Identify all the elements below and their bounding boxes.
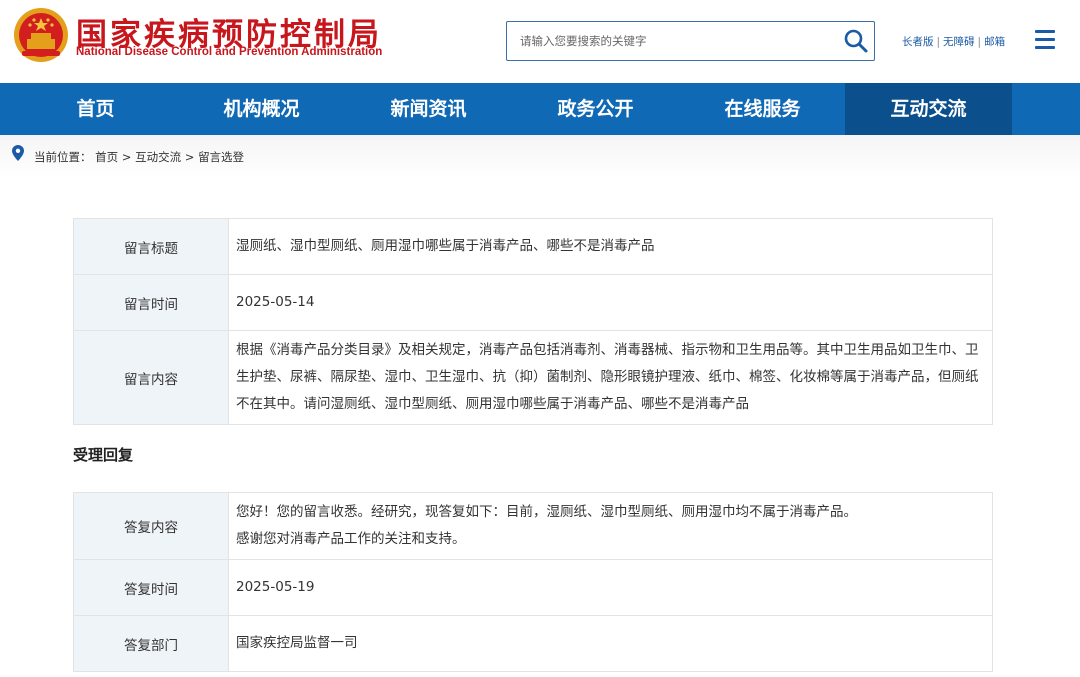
site-subtitle: National Disease Control and Prevention … <box>76 46 383 58</box>
table-row: 答复时间 2025-05-19 <box>73 559 993 616</box>
breadcrumb-prefix: 当前位置： <box>34 150 92 164</box>
message-content-value: 根据《消毒产品分类目录》及相关规定，消毒产品包括消毒剂、消毒器械、指示物和卫生用… <box>228 330 993 425</box>
national-emblem-icon[interactable] <box>12 6 70 64</box>
table-row: 留言时间 2025-05-14 <box>73 274 993 331</box>
table-row: 答复部门 国家疾控局监督一司 <box>73 615 993 672</box>
reply-content-line: 感谢您对消毒产品工作的关注和支持。 <box>236 531 466 547</box>
separator: | <box>977 36 982 48</box>
message-time-value: 2025-05-14 <box>228 274 993 331</box>
search-box <box>506 21 875 61</box>
reply-table: 答复内容 您好！您的留言收悉。经研究，现答复如下：目前，湿厕纸、湿巾型厕纸、厕用… <box>73 492 993 672</box>
menu-bar <box>1035 30 1055 33</box>
search-icon[interactable] <box>842 27 870 55</box>
breadcrumb-separator: > <box>118 150 136 164</box>
nav-item-interaction[interactable]: 互动交流 <box>845 83 1012 135</box>
location-pin-icon <box>12 145 24 161</box>
reply-content-line: 您好！您的留言收悉。经研究，现答复如下：目前，湿厕纸、湿巾型厕纸、厕用湿巾均不属… <box>236 504 857 520</box>
message-time-label: 留言时间 <box>73 274 229 331</box>
breadcrumb-bar: 当前位置： 首页 > 互动交流 > 留言选登 <box>0 135 1080 179</box>
message-content-label: 留言内容 <box>73 330 229 425</box>
reply-time-value: 2025-05-19 <box>228 559 993 616</box>
reply-section-title: 受理回复 <box>73 446 134 464</box>
elder-mode-link[interactable]: 长者版 <box>902 36 934 48</box>
breadcrumb: 当前位置： 首页 > 互动交流 > 留言选登 <box>34 149 244 165</box>
table-row: 答复内容 您好！您的留言收悉。经研究，现答复如下：目前，湿厕纸、湿巾型厕纸、厕用… <box>73 492 993 560</box>
nav-item-online-services[interactable]: 在线服务 <box>679 83 846 135</box>
message-table: 留言标题 湿厕纸、湿巾型厕纸、厕用湿巾哪些属于消毒产品、哪些不是消毒产品 留言时… <box>73 218 993 425</box>
main-nav: 首页 机构概况 新闻资讯 政务公开 在线服务 互动交流 <box>0 83 1080 135</box>
menu-bar <box>1035 46 1055 49</box>
hamburger-menu-icon[interactable] <box>1035 30 1055 50</box>
table-row: 留言标题 湿厕纸、湿巾型厕纸、厕用湿巾哪些属于消毒产品、哪些不是消毒产品 <box>73 218 993 275</box>
nav-item-government-affairs[interactable]: 政务公开 <box>512 83 679 135</box>
reply-department-value: 国家疾控局监督一司 <box>228 615 993 672</box>
utility-links: 长者版 | 无障碍 | 邮箱 <box>902 34 1005 49</box>
message-title-value: 湿厕纸、湿巾型厕纸、厕用湿巾哪些属于消毒产品、哪些不是消毒产品 <box>228 218 993 275</box>
separator: | <box>936 36 941 48</box>
mailbox-link[interactable]: 邮箱 <box>984 36 1005 48</box>
nav-item-about[interactable]: 机构概况 <box>178 83 345 135</box>
nav-item-home[interactable]: 首页 <box>12 83 179 135</box>
breadcrumb-separator: > <box>181 150 199 164</box>
reply-content-value: 您好！您的留言收悉。经研究，现答复如下：目前，湿厕纸、湿巾型厕纸、厕用湿巾均不属… <box>228 492 993 560</box>
breadcrumb-messages[interactable]: 留言选登 <box>198 150 244 164</box>
accessibility-link[interactable]: 无障碍 <box>943 36 975 48</box>
table-row: 留言内容 根据《消毒产品分类目录》及相关规定，消毒产品包括消毒剂、消毒器械、指示… <box>73 330 993 425</box>
reply-department-label: 答复部门 <box>73 615 229 672</box>
site-header: 国家疾病预防控制局 National Disease Control and P… <box>0 0 1080 83</box>
reply-content-label: 答复内容 <box>73 492 229 560</box>
breadcrumb-home[interactable]: 首页 <box>95 150 118 164</box>
breadcrumb-interaction[interactable]: 互动交流 <box>135 150 181 164</box>
reply-time-label: 答复时间 <box>73 559 229 616</box>
message-title-label: 留言标题 <box>73 218 229 275</box>
nav-item-news[interactable]: 新闻资讯 <box>345 83 512 135</box>
search-input[interactable] <box>507 22 837 60</box>
menu-bar <box>1035 38 1055 41</box>
